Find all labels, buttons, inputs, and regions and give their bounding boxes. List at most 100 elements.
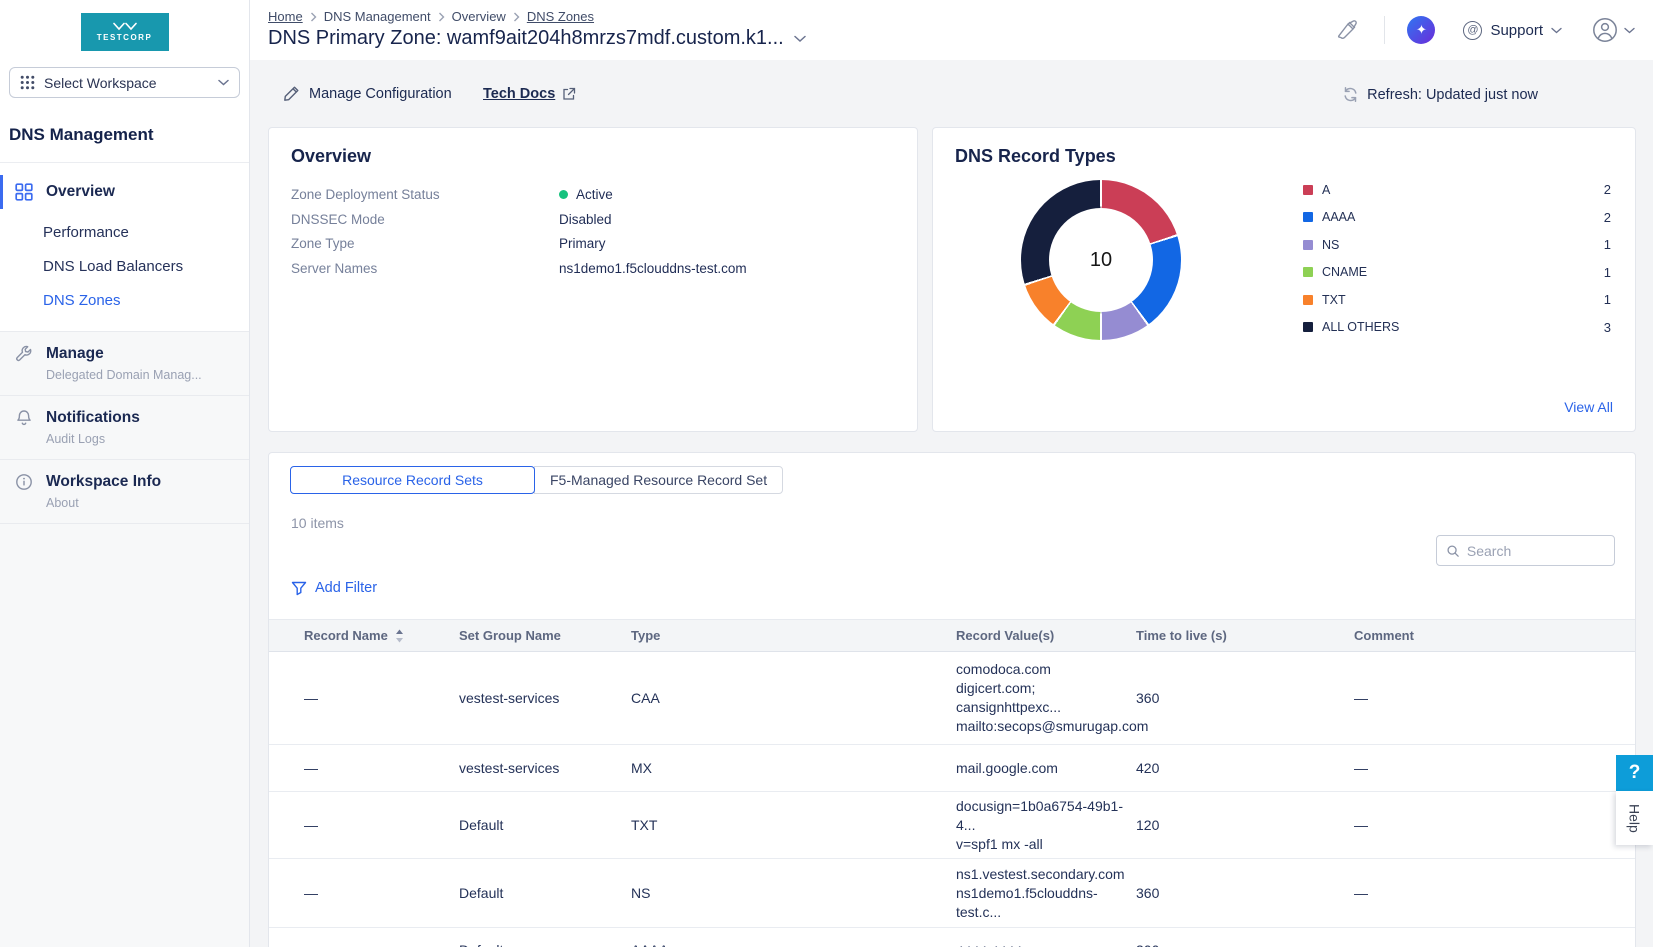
view-all-link[interactable]: View All [1564, 399, 1613, 415]
tab-resource-record-sets[interactable]: Resource Record Sets [290, 466, 535, 494]
field-label: Zone Type [291, 236, 559, 251]
field-value: ns1demo1.f5clouddns-test.com [559, 261, 747, 276]
sidebar-item-manage[interactable]: Manage Delegated Domain Manag... [0, 331, 249, 395]
column-ttl: Time to live (s) [1136, 620, 1354, 652]
title-chevron-down-icon[interactable] [794, 35, 806, 43]
pencil-icon [283, 85, 300, 102]
legend-label: A [1322, 183, 1330, 197]
legend-swatch [1303, 267, 1313, 277]
records-table: Record Name Set Group Name Type Record V… [269, 619, 1635, 947]
breadcrumb-overview[interactable]: Overview [452, 9, 506, 24]
field-value: Disabled [559, 212, 612, 227]
breadcrumb-chevron-icon [438, 12, 445, 22]
search-icon [1446, 543, 1460, 559]
tab-f5-managed-resource-record-set[interactable]: F5-Managed Resource Record Set [534, 466, 783, 494]
theme-brush-button[interactable] [1336, 19, 1358, 41]
table-row[interactable]: — Default AAAA 4444:4444... 300 — [269, 928, 1635, 947]
breadcrumb-chevron-icon [310, 12, 317, 22]
info-icon [15, 473, 33, 491]
sidebar: TESTCORP Select Workspace DNS Management [0, 0, 250, 947]
manage-configuration-button[interactable]: Manage Configuration [283, 85, 452, 102]
field-label: Server Names [291, 261, 559, 276]
field-label: Zone Deployment Status [291, 187, 559, 202]
legend-swatch [1303, 240, 1313, 250]
legend-item: A 2 [1303, 182, 1611, 197]
field-server-names: Server Names ns1demo1.f5clouddns-test.co… [291, 261, 895, 276]
legend-swatch [1303, 212, 1313, 222]
ai-assistant-button[interactable]: ✦ [1407, 16, 1435, 44]
dns-record-types-card: DNS Record Types 10 A 2 AAAA 2 NS 1 [932, 127, 1636, 432]
sidebar-item-workspace-info[interactable]: Workspace Info About [0, 459, 249, 523]
breadcrumb-home[interactable]: Home [268, 9, 303, 24]
support-menu[interactable]: @ Support [1463, 21, 1562, 40]
cell-type: TXT [631, 792, 956, 859]
sidebar-nav: Overview Performance DNS Load Balancers … [0, 163, 249, 331]
field-value: Active [576, 187, 613, 202]
chevron-down-icon [218, 79, 229, 86]
legend-value: 1 [1604, 292, 1611, 307]
question-mark-icon: ? [1629, 762, 1641, 784]
external-link-icon [562, 87, 576, 101]
legend-value: 2 [1604, 210, 1611, 225]
add-filter-button[interactable]: Add Filter [291, 580, 377, 596]
column-record-name[interactable]: Record Name [269, 620, 459, 652]
cell-comment: — [1354, 745, 1635, 792]
cell-ttl: 360 [1136, 859, 1354, 928]
help-widget: ? Help [1616, 755, 1653, 845]
cell-record-values: ns1.vestest.secondary.com ns1demo1.f5clo… [956, 859, 1136, 928]
top-header: Home DNS Management Overview DNS Zones D… [250, 0, 1653, 60]
table-row[interactable]: — vestest-services MX mail.google.com 42… [269, 745, 1635, 792]
records-tabs: Resource Record Sets F5-Managed Resource… [290, 466, 783, 494]
sidebar-item-dns-load-balancers[interactable]: DNS Load Balancers [0, 258, 249, 275]
breadcrumb-chevron-icon [513, 12, 520, 22]
chevron-down-icon [1551, 27, 1562, 34]
resource-records-panel: Resource Record Sets F5-Managed Resource… [268, 452, 1636, 947]
sidebar-item-label: Overview [46, 183, 115, 201]
sort-icon[interactable] [395, 629, 404, 643]
sidebar-item-sublabel: Delegated Domain Manag... [46, 368, 202, 382]
tech-docs-link[interactable]: Tech Docs [483, 86, 576, 102]
cell-record-values: 4444:4444... [956, 928, 1136, 947]
table-row[interactable]: — Default TXT docusign=1b0a6754-49b1-4..… [269, 792, 1635, 859]
help-tab[interactable]: Help [1616, 791, 1653, 845]
search-input[interactable] [1467, 543, 1605, 559]
header-divider [1384, 16, 1385, 44]
breadcrumb-dns-zones[interactable]: DNS Zones [527, 9, 594, 24]
tech-docs-label: Tech Docs [483, 86, 555, 102]
column-set-group-name: Set Group Name [459, 620, 631, 652]
legend-label: TXT [1322, 293, 1346, 307]
legend-label: NS [1322, 238, 1339, 252]
record-types-donut-chart: 10 [1021, 180, 1181, 340]
logo-wings-icon [112, 22, 138, 31]
wrench-icon [15, 345, 33, 363]
field-zone-type: Zone Type Primary [291, 236, 895, 251]
filter-funnel-icon [291, 581, 307, 596]
sidebar-item-notifications[interactable]: Notifications Audit Logs [0, 395, 249, 459]
workspace-selector[interactable]: Select Workspace [9, 67, 240, 98]
sidebar-item-performance[interactable]: Performance [0, 224, 249, 241]
logo-text: TESTCORP [97, 33, 153, 42]
manage-configuration-label: Manage Configuration [309, 86, 452, 102]
cell-set-group: Default [459, 792, 631, 859]
sidebar-item-overview[interactable]: Overview [0, 177, 249, 207]
help-question-button[interactable]: ? [1616, 755, 1653, 791]
account-menu[interactable] [1592, 17, 1635, 43]
breadcrumb-dns-management[interactable]: DNS Management [324, 9, 431, 24]
cell-comment: — [1354, 792, 1635, 859]
cell-record-name: — [269, 859, 459, 928]
cell-ttl: 360 [1136, 652, 1354, 745]
cell-comment: — [1354, 928, 1635, 947]
cell-record-name: — [269, 745, 459, 792]
field-value: Primary [559, 236, 606, 251]
ai-sparkle-icon: ✦ [1416, 22, 1427, 38]
cell-comment: — [1354, 859, 1635, 928]
search-box [1436, 535, 1615, 566]
table-row[interactable]: — vestest-services CAA comodoca.com digi… [269, 652, 1635, 745]
refresh-button[interactable]: Refresh: Updated just now [1342, 86, 1538, 103]
sidebar-title: DNS Management [9, 125, 249, 145]
table-row[interactable]: — Default NS ns1.vestest.secondary.com n… [269, 859, 1635, 928]
app-root: TESTCORP Select Workspace DNS Management [0, 0, 1653, 947]
sidebar-item-dns-zones[interactable]: DNS Zones [0, 292, 249, 309]
refresh-label: Refresh: Updated just now [1367, 87, 1538, 103]
column-comment: Comment [1354, 620, 1635, 652]
